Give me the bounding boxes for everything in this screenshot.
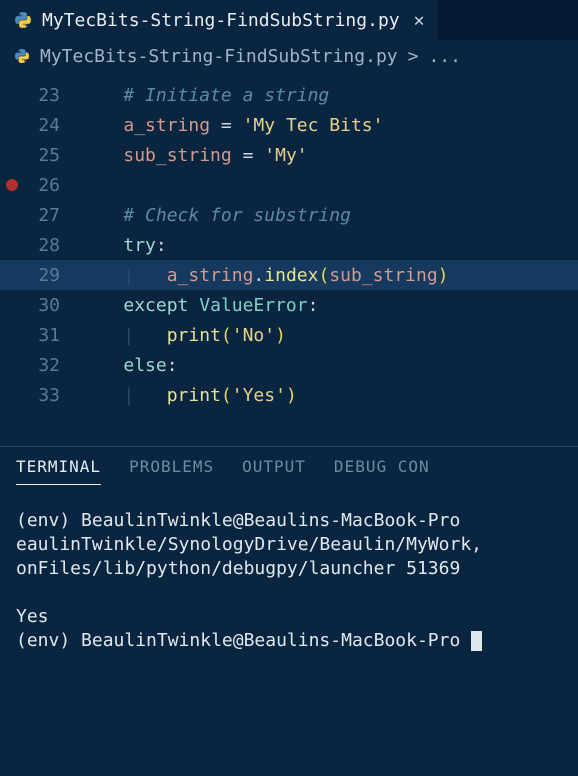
- code-line[interactable]: 30 except ValueError:: [0, 290, 578, 320]
- terminal-line: (env) BeaulinTwinkle@Beaulins-MacBook-Pr…: [16, 509, 562, 533]
- terminal-line: [16, 581, 562, 605]
- terminal-line: Yes: [16, 605, 562, 629]
- tab-debug-console[interactable]: DEBUG CON: [334, 457, 430, 485]
- code-line[interactable]: 32 else:: [0, 350, 578, 380]
- line-number[interactable]: 24: [0, 115, 80, 136]
- code-line[interactable]: 33 | print('Yes'): [0, 380, 578, 410]
- code-content[interactable]: sub_string = 'My': [80, 145, 578, 166]
- line-number[interactable]: 29: [0, 265, 80, 286]
- line-number[interactable]: 23: [0, 85, 80, 106]
- code-line[interactable]: 28 try:: [0, 230, 578, 260]
- code-content[interactable]: a_string = 'My Tec Bits': [80, 115, 578, 136]
- line-number[interactable]: 31: [0, 325, 80, 346]
- code-content[interactable]: | a_string.index(sub_string): [80, 265, 578, 286]
- code-line[interactable]: 26: [0, 170, 578, 200]
- code-line[interactable]: 23 # Initiate a string: [0, 80, 578, 110]
- code-content[interactable]: except ValueError:: [80, 295, 578, 316]
- code-content[interactable]: | print('No'): [80, 325, 578, 346]
- terminal-output[interactable]: (env) BeaulinTwinkle@Beaulins-MacBook-Pr…: [16, 491, 562, 653]
- code-line[interactable]: 25 sub_string = 'My': [0, 140, 578, 170]
- line-number[interactable]: 32: [0, 355, 80, 376]
- code-line[interactable]: 27 # Check for substring: [0, 200, 578, 230]
- code-line[interactable]: 31 | print('No'): [0, 320, 578, 350]
- code-content[interactable]: # Check for substring: [80, 205, 578, 226]
- panel-tabs: TERMINAL PROBLEMS OUTPUT DEBUG CON: [16, 457, 562, 491]
- code-line[interactable]: 24 a_string = 'My Tec Bits': [0, 110, 578, 140]
- line-number[interactable]: 28: [0, 235, 80, 256]
- tab-problems[interactable]: PROBLEMS: [129, 457, 214, 485]
- line-number[interactable]: 27: [0, 205, 80, 226]
- tabbar: MyTecBits-String-FindSubString.py ✕: [0, 0, 578, 40]
- terminal-line: eaulinTwinkle/SynologyDrive/Beaulin/MyWo…: [16, 533, 562, 557]
- line-number[interactable]: 30: [0, 295, 80, 316]
- line-number[interactable]: 25: [0, 145, 80, 166]
- terminal-line: (env) BeaulinTwinkle@Beaulins-MacBook-Pr…: [16, 629, 562, 653]
- python-icon: [14, 11, 32, 29]
- line-number[interactable]: 33: [0, 385, 80, 406]
- editor-tab[interactable]: MyTecBits-String-FindSubString.py ✕: [0, 0, 438, 40]
- line-number[interactable]: 26: [0, 175, 80, 196]
- bottom-panel: TERMINAL PROBLEMS OUTPUT DEBUG CON (env)…: [0, 446, 578, 653]
- breadcrumb[interactable]: MyTecBits-String-FindSubString.py > ...: [0, 40, 578, 72]
- code-content[interactable]: try:: [80, 235, 578, 256]
- code-line[interactable]: 29 | a_string.index(sub_string): [0, 260, 578, 290]
- code-content[interactable]: else:: [80, 355, 578, 376]
- code-editor[interactable]: 23 # Initiate a string24 a_string = 'My …: [0, 72, 578, 410]
- tab-output[interactable]: OUTPUT: [242, 457, 306, 485]
- close-icon[interactable]: ✕: [410, 10, 429, 31]
- code-content[interactable]: # Initiate a string: [80, 85, 578, 106]
- terminal-line: onFiles/lib/python/debugpy/launcher 5136…: [16, 557, 562, 581]
- terminal-cursor: [471, 631, 482, 651]
- tab-filename: MyTecBits-String-FindSubString.py: [42, 10, 400, 31]
- tab-terminal[interactable]: TERMINAL: [16, 457, 101, 485]
- breadcrumb-more[interactable]: ...: [428, 46, 461, 67]
- breadcrumb-file[interactable]: MyTecBits-String-FindSubString.py: [40, 46, 398, 67]
- breakpoint-icon[interactable]: [6, 179, 18, 191]
- chevron-right-icon: >: [408, 46, 419, 67]
- code-content[interactable]: | print('Yes'): [80, 385, 578, 406]
- python-icon: [14, 48, 30, 64]
